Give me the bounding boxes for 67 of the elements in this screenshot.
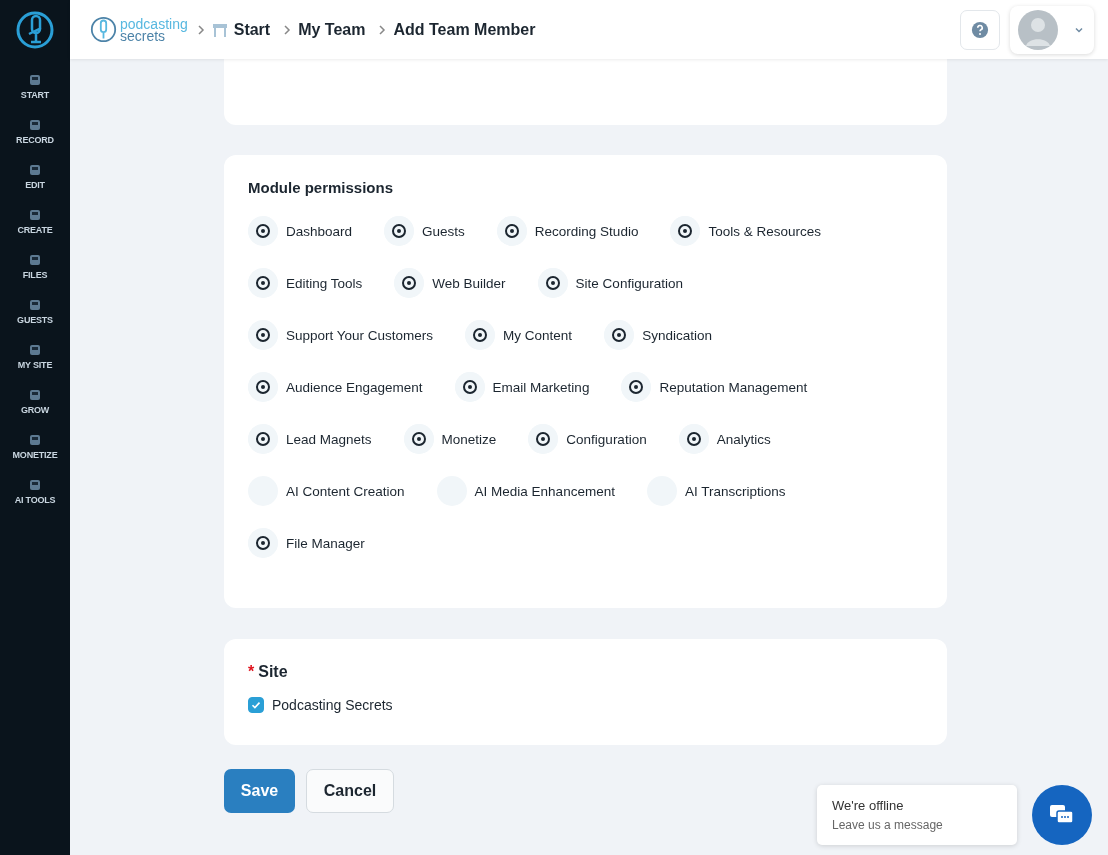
module-label: Support Your Customers: [286, 327, 434, 343]
help-button[interactable]: [960, 9, 1000, 50]
nav-icon: [27, 432, 43, 448]
module-label: Tools & Resources: [708, 223, 821, 239]
sidebar-item[interactable]: AI TOOLS: [14, 477, 56, 522]
cancel-button[interactable]: Cancel: [306, 769, 394, 813]
podcasting-secrets-logo[interactable]: podcasting secrets: [90, 16, 188, 43]
module-label: Monetize: [441, 431, 497, 447]
check-icon: [250, 699, 262, 711]
module-label: Editing Tools: [286, 275, 363, 291]
sidebar-item[interactable]: EDIT: [25, 162, 45, 207]
module-label: File Manager: [286, 535, 365, 551]
nav-icon: [27, 387, 43, 403]
chat-title: We're offline: [832, 798, 905, 813]
checkbox-label: Podcasting Secrets: [272, 697, 393, 713]
breadcrumb-link[interactable]: Add Team Member: [393, 20, 536, 39]
module-label: Analytics: [716, 431, 771, 447]
chevron-right-icon: [195, 24, 206, 35]
sidebar-item[interactable]: GROW: [20, 387, 50, 432]
nav-icon: [27, 477, 43, 493]
nav-icon: [27, 252, 43, 268]
chat-popup[interactable]: We're offline Leave us a message: [817, 785, 1017, 845]
module-label: Web Builder: [432, 275, 506, 291]
module-label: Lead Magnets: [286, 431, 372, 447]
sidebar-item[interactable]: RECORD: [16, 117, 54, 162]
breadcrumb-link[interactable]: My Team: [298, 20, 366, 39]
sidebar-item[interactable]: CREATE: [17, 207, 53, 252]
sidebar-item[interactable]: FILES: [22, 252, 48, 297]
breadcrumb-link[interactable]: Start: [233, 20, 271, 39]
checkbox[interactable]: [248, 697, 264, 713]
sidebar-item[interactable]: MY SITE: [17, 342, 53, 387]
chat-subtitle: Leave us a message: [832, 818, 944, 832]
module-label: Reputation Management: [659, 379, 808, 395]
gate-icon: [211, 21, 228, 38]
chat-button[interactable]: [1032, 785, 1092, 845]
sidebar-item[interactable]: MONETIZE: [12, 432, 58, 477]
module-label: Recording Studio: [534, 223, 639, 239]
module-label: Site Configuration: [575, 275, 683, 291]
nav-icon: [27, 72, 43, 88]
microphone-logo-icon: [90, 16, 117, 43]
logo-icon[interactable]: [15, 10, 55, 50]
section-title: Module permissions: [248, 179, 395, 196]
module-label: Guests: [422, 223, 465, 239]
nav-icon: [27, 297, 43, 313]
chevron-right-icon: [377, 24, 388, 35]
module-label: AI Content Creation: [286, 483, 405, 499]
module-label: AI Media Enhancement: [474, 483, 615, 499]
module-label: My Content: [503, 327, 573, 343]
user-menu-button[interactable]: [1010, 5, 1094, 54]
module-label: Dashboard: [286, 223, 353, 239]
save-button[interactable]: Save: [224, 769, 295, 813]
avatar-silhouette-icon: [1018, 9, 1058, 50]
module-label: Syndication: [642, 327, 712, 343]
module-label: AI Transcriptions: [684, 483, 786, 499]
section-title: Site: [258, 663, 288, 681]
chevron-right-icon: [282, 24, 293, 35]
required-asterisk: *: [248, 663, 255, 681]
nav-icon: [27, 207, 43, 223]
help-icon: [971, 20, 989, 39]
sidebar-item[interactable]: GUESTS: [17, 297, 53, 342]
module-label: Configuration: [566, 431, 647, 447]
module-label: Audience Engagement: [286, 379, 423, 395]
nav-icon: [27, 162, 43, 178]
module-label: Email Marketing: [492, 379, 590, 395]
sidebar-item[interactable]: START: [20, 72, 50, 117]
nav-icon: [27, 342, 43, 358]
nav-icon: [27, 117, 43, 133]
